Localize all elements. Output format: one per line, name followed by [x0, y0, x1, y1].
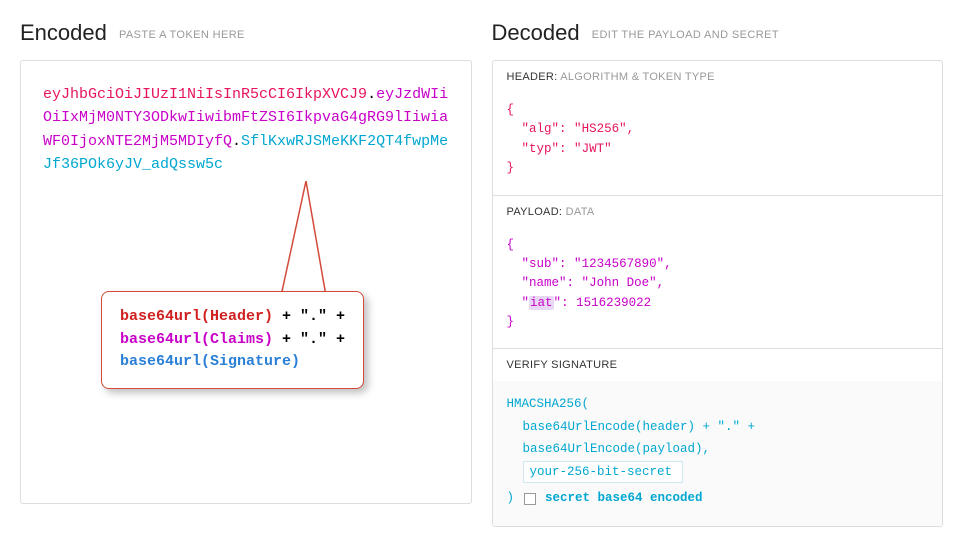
header-section: HEADER: ALGORITHM & TOKEN TYPE { "alg": … — [493, 61, 943, 196]
sig-secret-wrapper — [507, 461, 929, 484]
encoded-panel[interactable]: eyJhbGciOiJIUzI1NiIsInR5cCI6IkpXVCJ9.eyJ… — [20, 60, 472, 504]
callout-tail-icon — [276, 181, 336, 301]
encoded-token[interactable]: eyJhbGciOiJIUzI1NiIsInR5cCI6IkpXVCJ9.eyJ… — [43, 83, 449, 176]
main-layout: Encoded PASTE A TOKEN HERE eyJhbGciOiJIU… — [20, 20, 943, 527]
sig-line1: base64UrlEncode(header) + "." + — [507, 416, 929, 439]
encoded-subtitle: PASTE A TOKEN HERE — [119, 29, 245, 41]
decoded-title: Decoded — [492, 20, 580, 45]
encoded-title: Encoded — [20, 20, 107, 45]
secret-base64-label: secret base64 encoded — [545, 487, 703, 510]
secret-input[interactable] — [523, 461, 683, 483]
token-dot-1: . — [367, 86, 376, 103]
decoded-subtitle: EDIT THE PAYLOAD AND SECRET — [592, 29, 779, 41]
decoded-panel: HEADER: ALGORITHM & TOKEN TYPE { "alg": … — [492, 60, 944, 527]
callout-line-1: base64url(Header) + "." + — [120, 306, 345, 329]
signature-section: VERIFY SIGNATURE HMACSHA256( base64UrlEn… — [493, 349, 943, 526]
payload-json-editor[interactable]: { "sub": "1234567890", "name": "John Doe… — [493, 228, 943, 349]
payload-section: PAYLOAD: DATA { "sub": "1234567890", "na… — [493, 196, 943, 350]
sig-close-row: ) secret base64 encoded — [507, 487, 929, 510]
decoded-column: Decoded EDIT THE PAYLOAD AND SECRET HEAD… — [492, 20, 944, 527]
signature-body: HMACSHA256( base64UrlEncode(header) + ".… — [493, 381, 943, 526]
header-json-editor[interactable]: { "alg": "HS256", "typ": "JWT" } — [493, 93, 943, 195]
encoded-column: Encoded PASTE A TOKEN HERE eyJhbGciOiJIU… — [20, 20, 472, 527]
callout-bubble: base64url(Header) + "." + base64url(Clai… — [101, 291, 364, 389]
sig-line2: base64UrlEncode(payload), — [507, 438, 929, 461]
callout-line-2: base64url(Claims) + "." + — [120, 329, 345, 352]
sig-func: HMACSHA256( — [507, 397, 590, 411]
sig-close-paren: ) — [507, 487, 515, 510]
signature-section-label: VERIFY SIGNATURE — [493, 349, 943, 381]
token-dot-2: . — [232, 133, 241, 150]
encoded-heading: Encoded PASTE A TOKEN HERE — [20, 20, 472, 46]
callout-line-3: base64url(Signature) — [120, 351, 345, 374]
token-header-segment: eyJhbGciOiJIUzI1NiIsInR5cCI6IkpXVCJ9 — [43, 86, 367, 103]
decoded-heading: Decoded EDIT THE PAYLOAD AND SECRET — [492, 20, 944, 46]
header-section-label: HEADER: ALGORITHM & TOKEN TYPE — [493, 61, 943, 93]
payload-section-label: PAYLOAD: DATA — [493, 196, 943, 228]
secret-base64-checkbox[interactable] — [524, 493, 536, 505]
